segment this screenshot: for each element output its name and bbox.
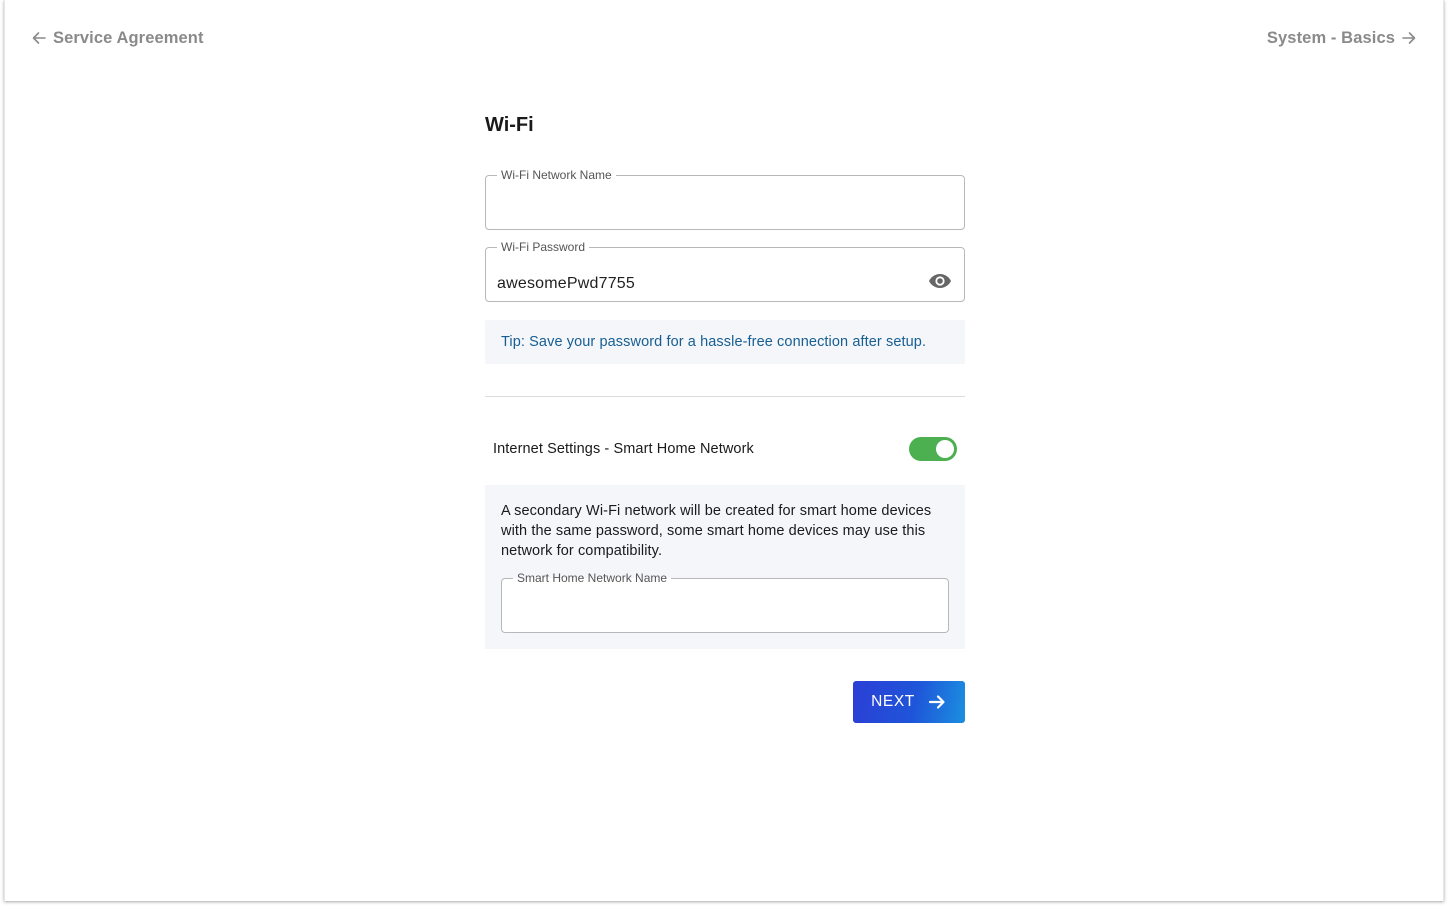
arrow-left-icon [32, 32, 46, 44]
smart-home-toggle-label: Internet Settings - Smart Home Network [493, 441, 754, 457]
back-link-label: Service Agreement [53, 28, 204, 47]
password-tip: Tip: Save your password for a hassle-fre… [485, 320, 965, 364]
password-tip-text: Tip: Save your password for a hassle-fre… [501, 334, 927, 350]
smart-home-network-name-field[interactable]: Smart Home Network Name [501, 571, 949, 633]
arrow-right-icon [1402, 32, 1416, 44]
eye-icon[interactable] [928, 272, 952, 290]
smart-home-description: A secondary Wi-Fi network will be create… [501, 503, 932, 559]
forward-link-label: System - Basics [1266, 28, 1395, 47]
section-divider [485, 396, 965, 397]
setup-window: Service Agreement System - Basics Wi-Fi … [4, 0, 1444, 901]
smart-home-toggle-row: Internet Settings - Smart Home Network [485, 432, 965, 466]
wifi-network-name-label: Wi-Fi Network Name [501, 168, 612, 182]
forward-system-basics-link[interactable]: System - Basics [1267, 27, 1417, 49]
smart-home-network-name-input[interactable] [513, 599, 937, 627]
wifi-password-value[interactable]: awesomePwd7755 [497, 275, 635, 293]
wifi-password-field[interactable]: Wi-Fi Password awesomePwd7755 [485, 240, 965, 302]
wifi-password-label: Wi-Fi Password [501, 240, 586, 254]
smart-home-panel: A secondary Wi-Fi network will be create… [485, 485, 965, 649]
smart-home-toggle[interactable] [909, 437, 957, 461]
wifi-network-name-field[interactable]: Wi-Fi Network Name [485, 168, 965, 230]
back-service-agreement-link[interactable]: Service Agreement [31, 27, 204, 49]
toggle-knob [936, 440, 954, 458]
wifi-network-name-input[interactable] [497, 196, 953, 224]
page-title: Wi-Fi [485, 114, 534, 136]
next-button-label: NEXT [871, 693, 915, 710]
arrow-right-icon [928, 695, 945, 709]
smart-home-network-name-label: Smart Home Network Name [517, 571, 668, 585]
next-button[interactable]: NEXT [853, 681, 965, 723]
